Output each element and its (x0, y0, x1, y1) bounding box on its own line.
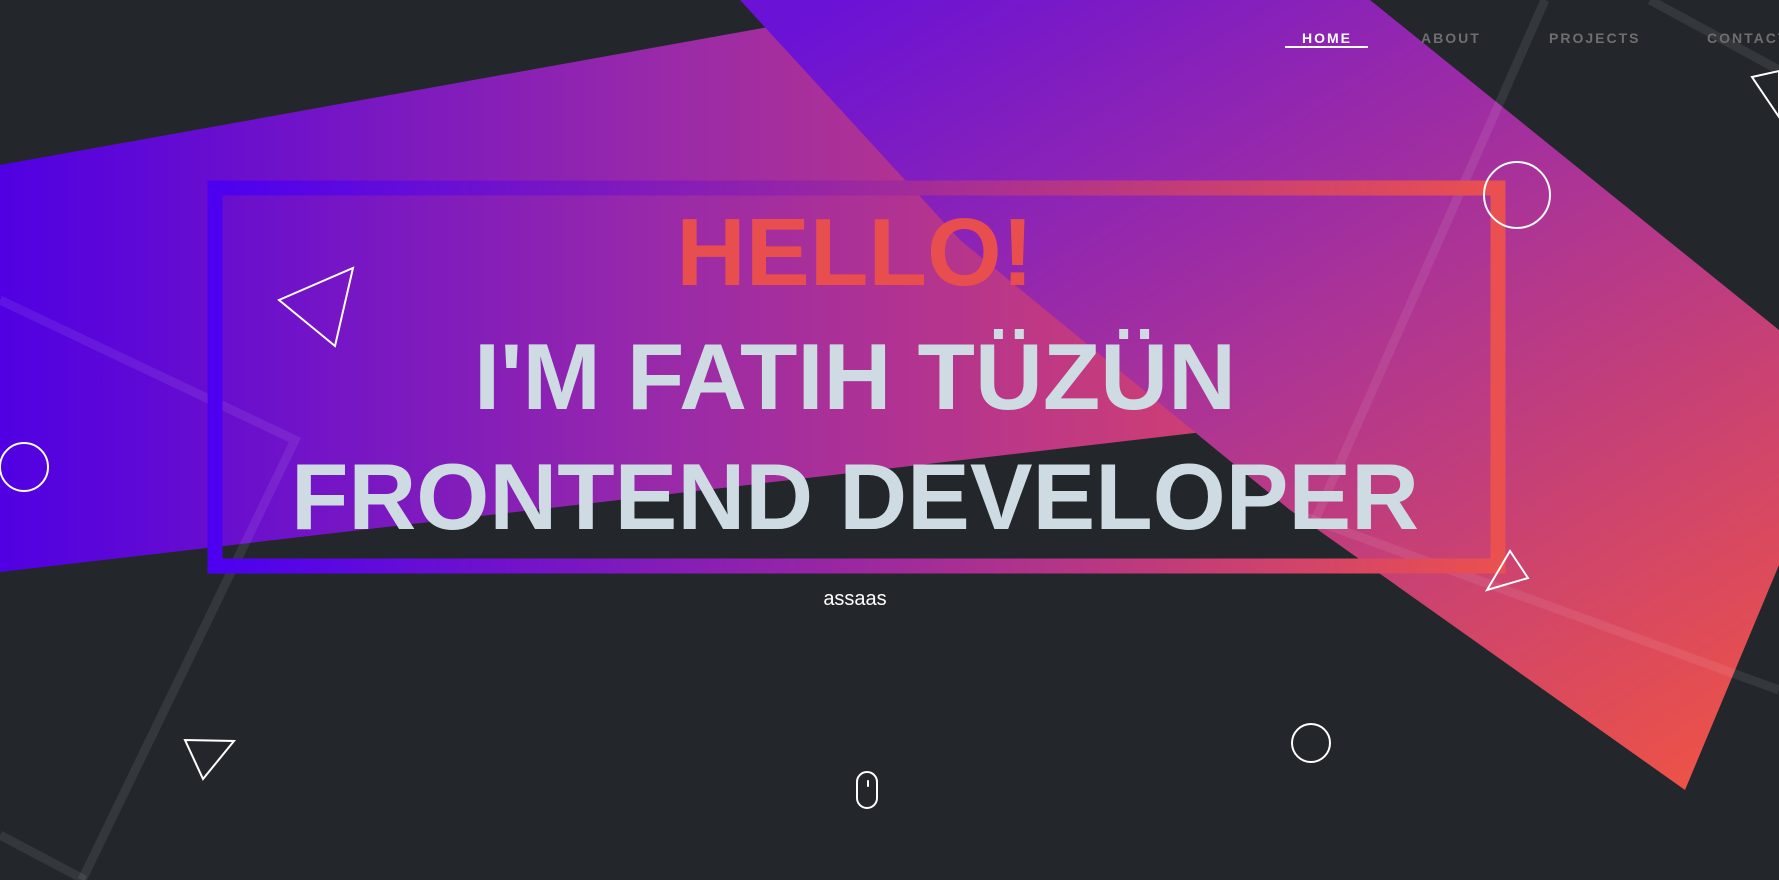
triangle-outline-icon (1750, 69, 1779, 119)
nav-item-projects[interactable]: PROJECTS (1549, 30, 1640, 46)
nav-active-underline (1285, 46, 1368, 48)
circle-outline-icon (1291, 723, 1331, 763)
scroll-mouse-icon[interactable] (856, 771, 878, 809)
hero-role: FRONTEND DEVELOPER (290, 444, 1420, 549)
hero-background (0, 0, 1779, 880)
nav-item-contact[interactable]: CONTACT (1707, 30, 1779, 46)
hero-name: I'M FATIH TÜZÜN (473, 324, 1237, 429)
nav-item-about[interactable]: ABOUT (1421, 30, 1481, 46)
hero-greeting: HELLO! (676, 199, 1034, 306)
hero-subtitle: assaas (823, 588, 887, 610)
scroll-wheel (867, 780, 869, 787)
nav-item-home[interactable]: HOME (1302, 30, 1352, 46)
triangle-outline-icon (183, 738, 237, 781)
